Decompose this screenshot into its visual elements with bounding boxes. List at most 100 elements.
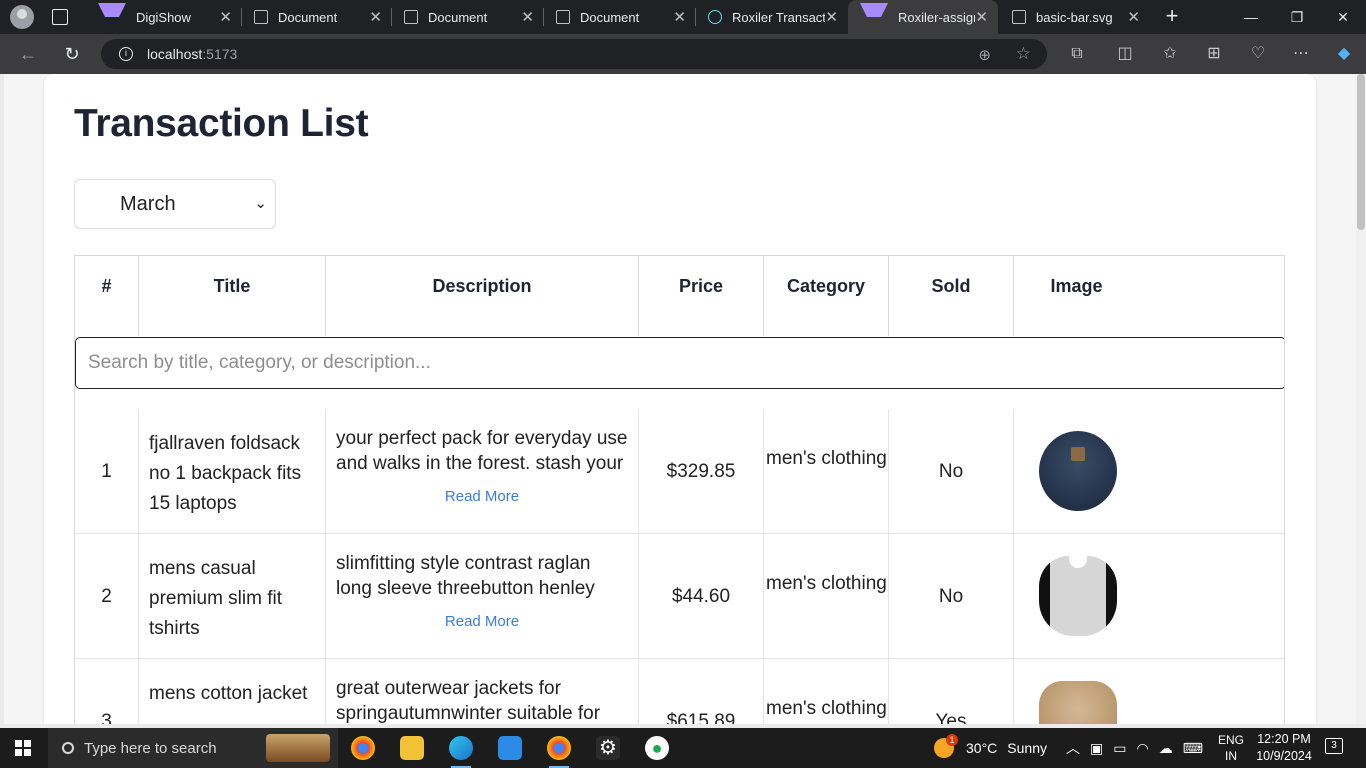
browser-tab[interactable]: basic-bar.svg ✕ xyxy=(1000,0,1150,34)
split-screen-icon[interactable]: ◫ xyxy=(1114,43,1136,65)
cell-id: 2 xyxy=(75,534,139,659)
back-icon[interactable]: ← xyxy=(17,43,39,65)
document-icon xyxy=(404,10,418,24)
weather-badge: 1 xyxy=(946,734,958,746)
address-bar[interactable]: i localhost:5173 ⊕ ☆ xyxy=(101,39,1047,69)
read-more-link[interactable]: Read More xyxy=(336,488,628,505)
vite-icon xyxy=(98,3,126,31)
backpack-image xyxy=(1039,431,1117,511)
browser-tab[interactable]: DigiShow ✕ xyxy=(86,0,242,34)
header-title: Title xyxy=(139,256,326,336)
close-tab-icon[interactable]: ✕ xyxy=(369,8,382,26)
new-tab-button[interactable]: + xyxy=(1160,4,1184,28)
month-select-value: March xyxy=(120,192,176,215)
minimize-button[interactable]: — xyxy=(1228,0,1274,34)
weather-widget[interactable]: 1 30°C Sunny xyxy=(934,728,1047,768)
browser-tab[interactable]: Document ✕ xyxy=(544,0,696,34)
document-icon xyxy=(556,10,570,24)
notification-count: 3 xyxy=(1331,740,1337,751)
description-text: slimfitting style contrast raglan long s… xyxy=(336,553,595,599)
notifications-icon[interactable]: 3 xyxy=(1325,738,1343,754)
cell-id: 3 xyxy=(75,659,139,724)
taskbar-clock[interactable]: 12:20 PM 10/9/2024 xyxy=(1254,731,1314,765)
browser-toolbar: ← ↻ i localhost:5173 ⊕ ☆ ⧉ ◫ ✩ ⊞ ♡ ⋯ ◆ xyxy=(0,34,1366,74)
profile-avatar-icon[interactable] xyxy=(10,5,34,29)
read-more-link[interactable]: Read More xyxy=(336,613,628,630)
cell-image xyxy=(1014,534,1284,659)
search-box[interactable] xyxy=(75,337,1284,389)
page-title: Transaction List xyxy=(74,102,369,145)
tray-icons[interactable]: ▣ ▭ ◠ ☁ ⌨ xyxy=(1090,728,1203,768)
copilot-icon[interactable]: ◆ xyxy=(1333,43,1355,65)
clock-date: 10/9/2024 xyxy=(1256,749,1312,763)
windows-start-icon[interactable] xyxy=(15,740,31,756)
jacket-image xyxy=(1039,681,1117,724)
close-tab-icon[interactable]: ✕ xyxy=(1127,8,1140,26)
settings-gear-icon[interactable]: ⚙ xyxy=(596,736,620,760)
header-category: Category xyxy=(764,256,889,336)
cell-price: $44.60 xyxy=(639,534,764,659)
browser-tab[interactable]: Document ✕ xyxy=(242,0,392,34)
tab-actions-icon[interactable] xyxy=(52,9,68,25)
file-explorer-icon[interactable] xyxy=(400,736,424,760)
wifi-icon[interactable]: ◠ xyxy=(1136,740,1148,757)
close-tab-icon[interactable]: ✕ xyxy=(673,8,686,26)
reload-icon[interactable]: ↻ xyxy=(61,43,83,65)
cell-sold: No xyxy=(889,534,1014,659)
react-icon xyxy=(708,10,722,24)
search-icon xyxy=(62,742,74,754)
close-tab-icon[interactable]: ✕ xyxy=(825,8,838,26)
browser-tab[interactable]: Roxiler Transactio ✕ xyxy=(696,0,848,34)
address-host: localhost xyxy=(147,46,203,62)
tab-title: basic-bar.svg xyxy=(1036,9,1113,25)
onedrive-icon[interactable]: ☁ xyxy=(1159,740,1173,757)
table-header: # Title Description Price Category Sold … xyxy=(75,256,1139,336)
more-menu-icon[interactable]: ⋯ xyxy=(1290,43,1312,65)
address-port: :5173 xyxy=(202,46,238,62)
search-input[interactable] xyxy=(86,351,1284,375)
tshirt-image xyxy=(1039,556,1117,636)
language-code: ENG xyxy=(1218,733,1245,747)
site-info-icon[interactable]: i xyxy=(119,47,133,61)
extensions-icon[interactable]: ⧉ xyxy=(1066,43,1088,65)
weather-temp: 30°C xyxy=(966,740,998,756)
close-window-button[interactable]: ✕ xyxy=(1320,0,1366,34)
collections-icon[interactable]: ⊞ xyxy=(1203,43,1225,65)
page-scrollbar-thumb[interactable] xyxy=(1357,74,1365,230)
zoom-icon[interactable]: ⊕ xyxy=(978,46,991,64)
close-tab-icon[interactable]: ✕ xyxy=(219,8,232,26)
close-tab-icon[interactable]: ✕ xyxy=(521,8,534,26)
month-select[interactable]: March ⌄ xyxy=(74,179,276,229)
taskbar-search[interactable]: Type here to search xyxy=(48,728,338,768)
browser-essentials-icon[interactable]: ♡ xyxy=(1247,43,1269,65)
cell-sold: Yes xyxy=(889,659,1014,724)
restore-button[interactable]: ❐ xyxy=(1274,0,1320,34)
chrome-icon[interactable] xyxy=(351,736,375,760)
keyboard-icon[interactable]: ⌨ xyxy=(1183,740,1203,757)
description-text: your perfect pack for everyday use and w… xyxy=(336,428,628,474)
table-row: 1 fjallraven foldsack no 1 backpack fits… xyxy=(75,409,1284,534)
favorites-icon[interactable]: ✩ xyxy=(1159,43,1181,65)
battery-icon[interactable]: ▭ xyxy=(1113,740,1126,757)
header-image: Image xyxy=(1050,276,1103,296)
header-sold: Sold xyxy=(889,256,1014,336)
edge-icon[interactable] xyxy=(449,736,473,768)
network-status-icon[interactable]: ▣ xyxy=(1090,740,1103,757)
tab-title: Document xyxy=(428,9,488,25)
vscode-icon[interactable] xyxy=(498,736,522,760)
language-indicator[interactable]: ENG IN xyxy=(1218,731,1244,765)
content-card: Transaction List March ⌄ # Title Descrip… xyxy=(44,74,1316,724)
browser-tab[interactable]: Document ✕ xyxy=(392,0,544,34)
favorite-star-icon[interactable]: ☆ xyxy=(1016,44,1031,64)
browser-tab-active[interactable]: Roxiler-assignme ✕ xyxy=(848,0,998,34)
cell-description: great outerwear jackets for springautumn… xyxy=(326,659,639,724)
weather-condition: Sunny xyxy=(1007,740,1047,756)
close-tab-icon[interactable]: ✕ xyxy=(975,8,988,26)
document-icon xyxy=(254,10,268,24)
mongodb-compass-icon[interactable]: ● xyxy=(645,736,669,760)
chrome-icon[interactable] xyxy=(547,736,571,768)
viking-ship-icon xyxy=(266,734,330,762)
chevron-up-icon[interactable]: ︿ xyxy=(1066,728,1080,768)
cell-id: 1 xyxy=(75,409,139,534)
tab-title: Document xyxy=(278,9,338,25)
